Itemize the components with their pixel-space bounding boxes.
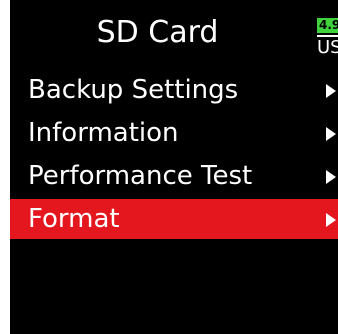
battery-icon: 4.9 [317, 18, 338, 33]
menu-item-information[interactable]: Information [10, 113, 338, 153]
battery-indicator: 4.9 USB [311, 18, 338, 60]
menu-item-label: Format [28, 204, 120, 234]
screen-title: SD Card [96, 15, 219, 50]
menu-item-label: Information [28, 118, 179, 148]
chevron-right-icon [326, 170, 336, 184]
device-screen: SD Card 4.9 USB Backup Settings Informat… [10, 0, 338, 334]
chevron-right-icon [326, 84, 336, 98]
menu-list: Backup Settings Information Performance … [10, 70, 338, 242]
menu-item-label: Backup Settings [28, 75, 239, 105]
chevron-right-icon [326, 127, 336, 141]
screen-header: SD Card 4.9 USB [10, 0, 338, 62]
power-source-label: USB [317, 35, 338, 59]
menu-item-performance-test[interactable]: Performance Test [10, 156, 338, 196]
menu-item-label: Performance Test [28, 161, 253, 191]
menu-item-format[interactable]: Format [10, 199, 338, 239]
chevron-right-icon [326, 213, 336, 227]
menu-item-backup-settings[interactable]: Backup Settings [10, 70, 338, 110]
